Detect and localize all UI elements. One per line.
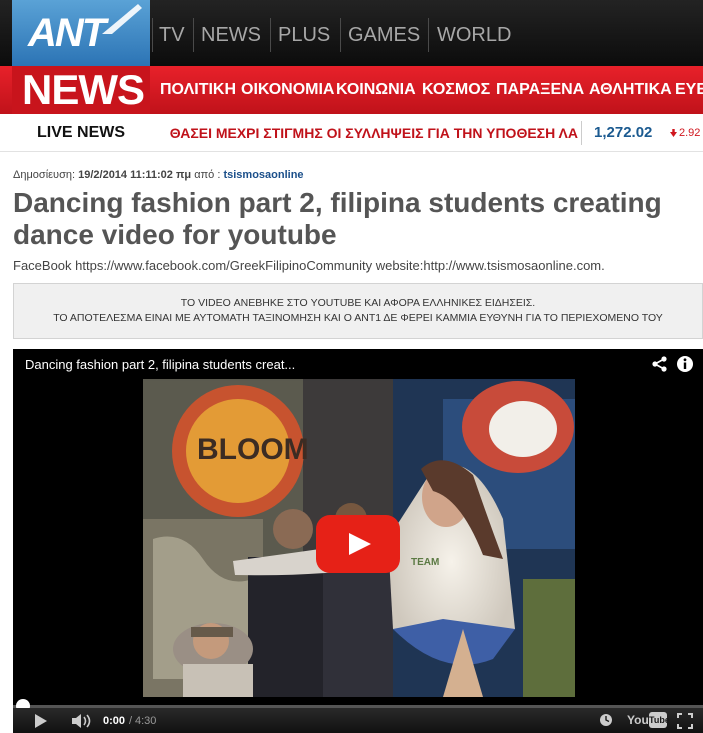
news-ticker[interactable]: ΘΑΣΕΙ ΜΕΧΡΙ ΣΤΙΓΜΗΣ ΟΙ ΣΥΛΛΗΨΕΙΣ ΓΙΑ ΤΗΝ… — [148, 120, 578, 146]
graffiti-text: BLOOM — [197, 433, 309, 466]
ant-logo-text: ANT — [28, 11, 106, 55]
article-description: FaceBook https://www.facebook.com/GreekF… — [13, 258, 605, 273]
category-politics[interactable]: ΠΟΛΙΤΙΚΗ — [160, 79, 236, 101]
page-title: Dancing fashion part 2, filipina student… — [13, 187, 662, 250]
topnav-world[interactable]: WORLD — [437, 22, 511, 48]
video-title[interactable]: Dancing fashion part 2, filipina student… — [25, 357, 295, 373]
ticker-headline[interactable]: ΘΑΣΕΙ ΜΕΧΡΙ ΣΤΙΓΜΗΣ ΟΙ ΣΥΛΛΗΨΕΙΣ ΓΙΑ ΤΗΝ… — [170, 122, 578, 144]
category-sports[interactable]: ΑΘΛΗΤΙΚΑ — [589, 79, 672, 101]
news-logo[interactable]: NEWS — [12, 66, 150, 114]
player-controls: 0:00 / 4:30 You Tube — [13, 708, 703, 733]
nav-divider — [340, 18, 341, 52]
publish-date: 19/2/2014 11:11:02 πμ — [78, 169, 192, 181]
category-world[interactable]: ΚΟΣΜΟΣ — [422, 79, 490, 101]
category-society[interactable]: ΚΟΙΝΩΝΙΑ — [336, 79, 416, 101]
live-news-label: LIVE NEWS — [37, 124, 126, 141]
stock-index-value: 1,272.02 — [594, 124, 653, 141]
nav-divider — [193, 18, 194, 52]
top-bar: ANT TV NEWS PLUS GAMES WORLD — [0, 0, 703, 66]
page: ANT TV NEWS PLUS GAMES WORLD NEWS ΠΟΛΙΤΙ… — [0, 0, 703, 733]
share-icon[interactable] — [651, 355, 669, 373]
stock-change-value: 2.92 — [679, 127, 701, 139]
meta-prefix: Δημοσίευση: — [13, 169, 76, 181]
topnav-news[interactable]: NEWS — [201, 22, 261, 48]
clock-icon[interactable] — [599, 713, 613, 727]
play-icon — [349, 533, 371, 555]
youtube-logo-you: You — [627, 713, 649, 727]
nav-divider — [428, 18, 429, 52]
author-link[interactable]: tsismosaonline — [223, 169, 303, 181]
disclaimer-line-2: ΤΟ ΑΠΟΤΕΛΕΣΜΑ ΕΙΝΑΙ ΜΕ ΑΥΤΟΜΑΤΗ ΤΑΞΙΝΟΜΗ… — [53, 312, 663, 324]
youtube-logo[interactable]: You Tube — [627, 712, 670, 729]
category-economy[interactable]: ΟΙΚΟΝΟΜΙΑ — [241, 79, 334, 101]
fullscreen-icon[interactable] — [677, 713, 693, 729]
info-icon[interactable] — [676, 355, 694, 373]
ant-logo[interactable]: ANT — [12, 0, 150, 66]
play-icon[interactable] — [35, 714, 47, 728]
topnav-games[interactable]: GAMES — [348, 22, 420, 48]
article-meta: Δημοσίευση: 19/2/2014 11:11:02 πμ από : … — [13, 168, 304, 182]
time-separator: / — [129, 715, 133, 727]
ticker-divider — [581, 121, 582, 145]
play-button[interactable] — [316, 515, 400, 573]
youtube-logo-tube: Tube — [649, 712, 670, 728]
volume-icon[interactable] — [71, 713, 93, 729]
stock-index-change: 2.92 — [670, 125, 700, 141]
ant-logo-swoosh-icon — [102, 4, 142, 34]
nav-divider — [270, 18, 271, 52]
disclaimer-box: ΤΟ VIDEO ΑΝΕΒΗΚΕ ΣΤΟ YOUTUBE ΚΑΙ ΑΦΟΡΑ Ε… — [13, 283, 703, 339]
disclaimer-line-1: ΤΟ VIDEO ΑΝΕΒΗΚΕ ΣΤΟ YOUTUBE ΚΑΙ ΑΦΟΡΑ Ε… — [180, 297, 536, 309]
meta-by: από : — [194, 169, 221, 181]
category-strange[interactable]: ΠΑΡΑΞΕΝΑ — [496, 79, 584, 101]
video-player[interactable]: BLOOM TEAM Dancing fashion part 2, filip… — [13, 349, 703, 733]
nav-divider — [152, 18, 153, 52]
topnav-plus[interactable]: PLUS — [278, 22, 330, 48]
category-more[interactable]: ΕΥΕ — [675, 79, 703, 101]
time-total: 4:30 — [135, 715, 157, 727]
arrow-down-icon — [670, 129, 677, 137]
topnav-tv[interactable]: TV — [159, 22, 185, 48]
news-logo-text: NEWS — [22, 66, 145, 113]
shirt-text: TEAM — [411, 557, 439, 568]
time-current: 0:00 — [103, 715, 126, 727]
